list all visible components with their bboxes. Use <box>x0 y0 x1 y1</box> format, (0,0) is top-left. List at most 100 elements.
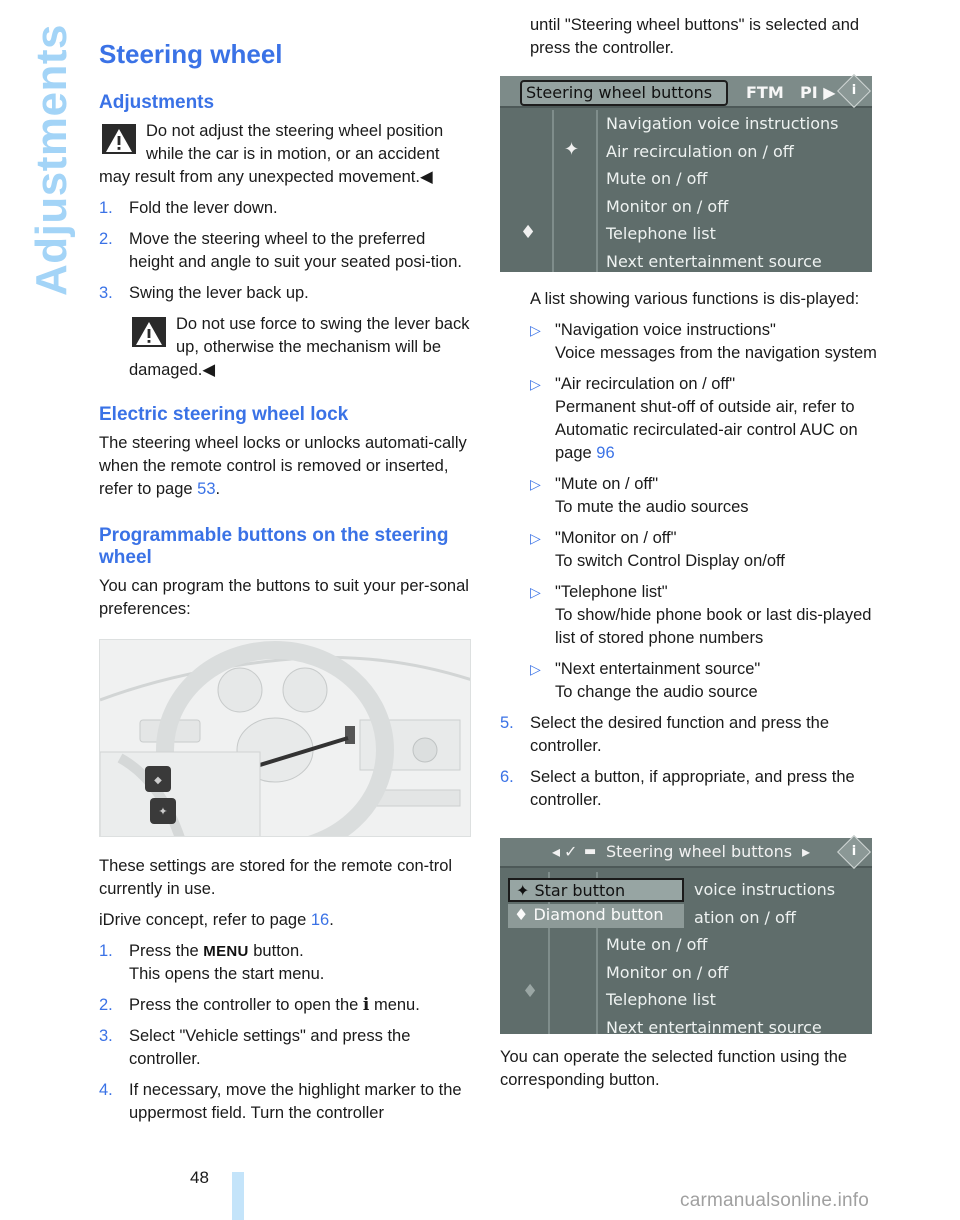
step-item: 1. Fold the lever down. <box>99 197 474 220</box>
info-icon-glyph: i <box>851 83 857 98</box>
star-icon: ✦ <box>516 881 530 900</box>
function-description-body: "Navigation voice instructions" Voice mes… <box>555 319 877 365</box>
function-item-mute[interactable]: Mute on / off <box>606 931 866 959</box>
section-heading-adjustments: Adjustments <box>99 92 215 113</box>
menu-button-glyph: MENU <box>203 943 249 960</box>
function-item-mute[interactable]: Mute on / off <box>606 165 866 193</box>
info-icon[interactable]: i <box>837 74 871 108</box>
function-item-telephone-list[interactable]: Telephone list <box>606 986 866 1014</box>
warning-icon <box>102 124 136 154</box>
option-label: Diamond button <box>533 905 664 924</box>
section-heading-lock: Electric steering wheel lock <box>99 404 349 425</box>
column-divider <box>552 110 554 272</box>
function-desc: Voice messages from the navigation syste… <box>555 344 877 362</box>
step-item: 2. Move the steering wheel to the preferr… <box>99 228 474 274</box>
idrive-text: iDrive concept, refer to page <box>99 911 311 929</box>
list-intro: A list showing various functions is dis-… <box>530 290 860 308</box>
function-description-body: "Next entertainment source" To change the… <box>555 658 760 704</box>
section-heading-programmable: Programmable buttons on the steering whe… <box>99 525 449 568</box>
svg-text:◆: ◆ <box>154 775 162 786</box>
step-text: If necessary, move the highlight marker … <box>129 1081 462 1122</box>
screen-header-title: Steering wheel buttons <box>606 842 793 861</box>
stored-paragraph: These settings are stored for the remote… <box>99 857 453 898</box>
function-item-telephone-list[interactable]: Telephone list <box>606 220 866 248</box>
step-text: Move the steering wheel to the preferred… <box>129 230 462 271</box>
tab-pi[interactable]: PI ▶ <box>800 81 836 104</box>
step-text-line2: This opens the start menu. <box>129 965 325 983</box>
function-list: Navigation voice instructions Air recirc… <box>606 110 866 275</box>
idrive-paragraph: iDrive concept, refer to page 16. <box>99 909 474 932</box>
lock-paragraph: The steering wheel locks or unlocks auto… <box>99 432 474 501</box>
function-description-body: "Telephone list" To show/hide phone book … <box>555 581 880 650</box>
left-column: Steering wheel Adjustments Do not adjust… <box>99 30 474 1133</box>
step-number: 3. <box>99 284 113 302</box>
step-number: 4. <box>99 1081 113 1099</box>
end-mark: ◀ <box>202 361 216 379</box>
function-description: ▷ "Mute on / off" To mute the audio source… <box>530 473 880 519</box>
adjust-steps: 1. Fold the lever down. 2. Move the steeri… <box>99 197 474 305</box>
right-column: until "Steering wheel buttons" is select… <box>500 14 880 1100</box>
step-number: 3. <box>99 1027 113 1045</box>
tab-steering-wheel-buttons[interactable]: Steering wheel buttons <box>520 80 728 106</box>
step-item: 1. Press the MENU button. This opens the… <box>99 940 474 986</box>
tab-ftm[interactable]: FTM <box>746 81 784 104</box>
step-text-post: button. <box>248 942 304 960</box>
step-text: Swing the lever back up. <box>129 284 309 302</box>
step-text: Press the controller to open the i menu. <box>129 994 474 1017</box>
step-number: 2. <box>99 230 113 248</box>
page-link-53[interactable]: 53 <box>197 480 215 498</box>
step-number: 1. <box>99 199 113 217</box>
function-description-body: "Mute on / off" To mute the audio sources <box>555 473 749 519</box>
info-icon[interactable]: i <box>837 835 871 869</box>
end-mark: ◀ <box>419 168 433 186</box>
steering-wheel-illustration: ◆ ✦ <box>100 640 470 836</box>
punct: . <box>215 480 221 498</box>
function-description: ▷ "Air recirculation on / off" Permanent s… <box>530 373 880 465</box>
step-text: Press the MENU button. This opens the st… <box>129 940 474 986</box>
function-name: "Mute on / off" <box>555 475 659 493</box>
step-text: Fold the lever down. <box>129 199 278 217</box>
step-item: 3. Select "Vehicle settings" and press th… <box>99 1025 474 1071</box>
closing-paragraph: You can operate the selected function us… <box>500 1048 848 1089</box>
header-left-arrow-icon[interactable]: ◂ <box>552 838 560 866</box>
page-title: Steering wheel <box>99 39 283 69</box>
step-item: 5. Select the desired function and press … <box>500 712 880 758</box>
function-description-body: "Air recirculation on / off" Permanent sh… <box>555 373 880 465</box>
button-select-popup: ✦ Star button ♦ Diamond button <box>508 878 684 930</box>
step-number: 6. <box>500 768 514 786</box>
chapter-side-label-text: Adjustments <box>27 24 77 296</box>
function-item-monitor[interactable]: Monitor on / off <box>606 193 866 221</box>
header-right-arrow-icon[interactable]: ▸ <box>802 838 810 866</box>
step-text: Select the desired function and press th… <box>530 714 830 755</box>
programming-steps: 1. Press the MENU button. This opens the… <box>99 940 474 1125</box>
programmable-intro: You can program the buttons to suit your… <box>99 577 469 618</box>
function-description: ▷ "Monitor on / off" To switch Control Dis… <box>530 527 880 573</box>
option-label: Star button <box>534 881 626 900</box>
warning-note: Do not adjust the steering wheel positio… <box>99 120 474 189</box>
function-desc: To show/hide phone book or last dis-play… <box>555 606 872 647</box>
star-button-option[interactable]: ✦ Star button <box>508 878 684 902</box>
function-item-monitor[interactable]: Monitor on / off <box>606 959 866 987</box>
page-number: 48 <box>190 1168 209 1187</box>
bullet-triangle-icon: ▷ <box>530 322 541 338</box>
step-item: 4. If necessary, move the highlight marke… <box>99 1079 474 1125</box>
function-item-air-recirculation[interactable]: Air recirculation on / off <box>606 138 866 166</box>
function-item-next-entertainment[interactable]: Next entertainment source <box>606 248 866 276</box>
function-description: ▷ "Telephone list" To show/hide phone book… <box>530 581 880 650</box>
check-icon: ✓ <box>564 842 578 861</box>
page-link-16[interactable]: 16 <box>311 911 329 929</box>
info-icon-glyph: i <box>851 844 857 859</box>
function-description: ▷ "Navigation voice instructions" Voice me… <box>530 319 880 365</box>
tab-pi-label: PI <box>800 83 818 102</box>
step-number: 2. <box>99 996 113 1014</box>
function-item-navigation-voice[interactable]: Navigation voice instructions <box>606 110 866 138</box>
continuation-text: until "Steering wheel buttons" is select… <box>530 16 860 57</box>
step-text-post: menu. <box>369 996 420 1014</box>
warning-icon <box>132 317 166 347</box>
idrive-screen-steering-buttons: Steering wheel buttons FTM PI ▶ i ✦ ♦ Na… <box>500 74 872 275</box>
function-item-next-entertainment[interactable]: Next entertainment source <box>606 1014 866 1042</box>
step-number: 5. <box>500 714 514 732</box>
page-link-96[interactable]: 96 <box>596 444 614 462</box>
diamond-button-option[interactable]: ♦ Diamond button <box>508 904 684 928</box>
functions-section: A list showing various functions is dis-… <box>530 288 880 704</box>
